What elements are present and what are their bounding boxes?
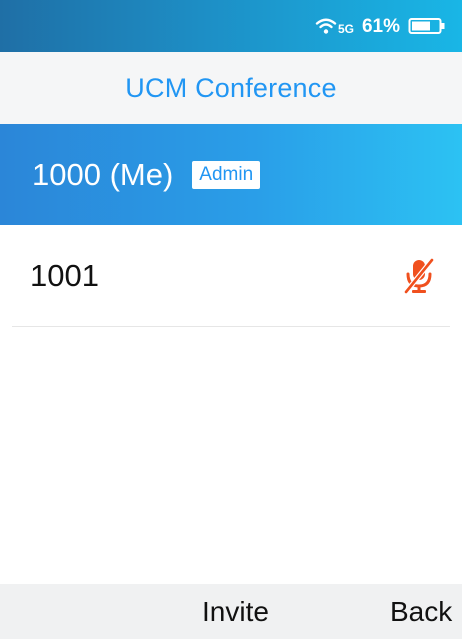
battery-icon [408,18,445,34]
wifi-band-label: 5G [337,22,354,36]
participant-label: 1000 (Me) [32,156,174,192]
battery-percentage: 61% [361,15,400,37]
participant-row[interactable]: 1001 [0,225,462,327]
participant-label: 1001 [30,258,99,293]
wifi-icon [315,18,337,34]
softkey-bar: Invite Back [0,584,462,639]
admin-badge: Admin [192,160,261,189]
wifi-indicator: 5G [315,17,354,35]
mic-muted-icon [403,258,435,294]
page-title: UCM Conference [125,72,337,103]
status-bar: 5G 61% [0,0,462,52]
title-bar: UCM Conference [0,52,462,124]
status-indicators: 5G 61% [315,12,446,40]
back-softkey[interactable]: Back [390,593,452,631]
invite-softkey[interactable]: Invite [202,593,269,631]
participant-row-self[interactable]: 1000 (Me) Admin [0,124,462,225]
row-divider [12,326,450,327]
